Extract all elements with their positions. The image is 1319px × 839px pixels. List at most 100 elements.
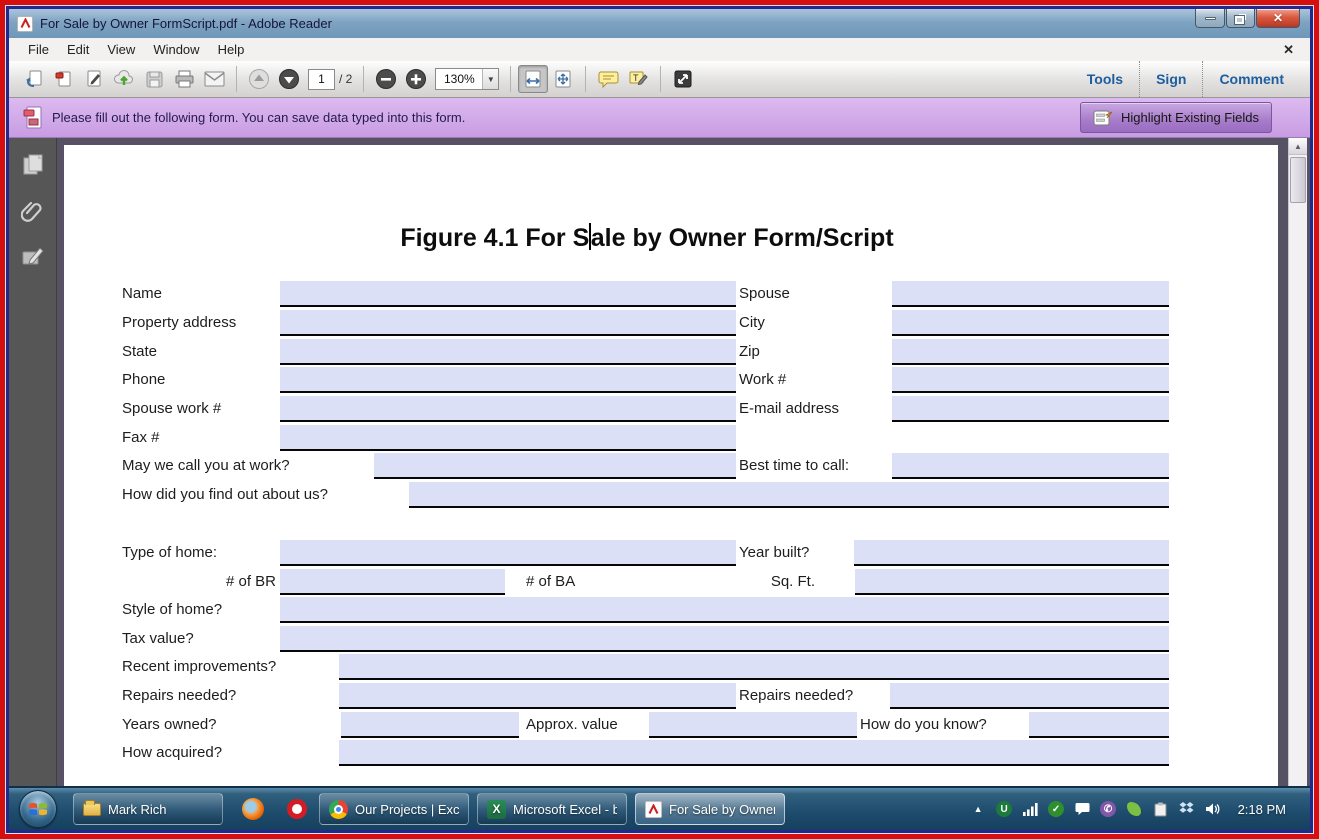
excel-icon: X [487,800,506,819]
spouse-work-label: Spouse work # [122,396,225,422]
phone-field[interactable] [280,367,736,393]
open-icon[interactable] [19,65,49,93]
fit-page-icon[interactable] [548,65,578,93]
taskbar-button-adobe-reader[interactable]: For Sale by Owner Fo... [635,793,785,825]
num-br-field[interactable] [280,569,505,595]
opera-icon[interactable] [284,796,310,822]
email-icon[interactable] [199,65,229,93]
highlight-fields-icon [1093,110,1113,126]
print-icon[interactable] [169,65,199,93]
work-number-field[interactable] [892,367,1169,393]
recent-improvements-field[interactable] [339,654,1169,680]
page-thumbnails-icon[interactable] [20,152,46,178]
antivirus-check-icon[interactable]: ✓ [1048,801,1065,818]
taskbar-button-mark-rich[interactable]: Mark Rich [73,793,223,825]
page-up-icon[interactable] [244,65,274,93]
volume-icon[interactable] [1204,801,1221,818]
close-icon[interactable]: ✕ [1256,9,1300,28]
repairs-needed-2-field[interactable] [890,683,1169,709]
window-controls: ✕ [1195,9,1300,28]
spouse-field[interactable] [892,281,1169,307]
comment-button[interactable]: Comment [1203,71,1300,87]
start-button[interactable] [19,790,57,828]
zoom-in-icon[interactable] [401,65,431,93]
pdf-page: Figure 4.1 For Sale by Owner Form/Script… [64,145,1278,786]
restore-icon[interactable] [1226,9,1255,28]
zoom-out-icon[interactable] [371,65,401,93]
how-do-you-know-field[interactable] [1029,712,1169,738]
tools-button[interactable]: Tools [1071,71,1139,87]
zoom-level-select[interactable]: 130% ▼ [435,68,499,90]
name-field[interactable] [280,281,736,307]
repairs-needed-field[interactable] [339,683,736,709]
comment-bubble-icon[interactable] [593,65,623,93]
page-down-icon[interactable] [274,65,304,93]
chat-bubble-icon[interactable] [1074,801,1091,818]
sq-ft-label: Sq. Ft. [759,569,819,595]
save-icon[interactable] [139,65,169,93]
tray-expand-icon[interactable]: ▲ [974,804,983,814]
sign-button[interactable]: Sign [1140,71,1202,87]
menu-edit[interactable]: Edit [58,40,98,59]
sign-file-icon[interactable] [79,65,109,93]
repairs-needed-label: Repairs needed? [122,683,240,709]
fax-label: Fax # [122,425,164,451]
chevron-down-icon: ▼ [482,69,498,89]
highlight-existing-fields-button[interactable]: Highlight Existing Fields [1080,102,1272,133]
style-of-home-field[interactable] [280,597,1169,623]
navigation-pane [9,138,57,786]
years-owned-field[interactable] [341,712,519,738]
approx-value-field[interactable] [649,712,857,738]
page-number-input[interactable]: 1 [308,69,335,90]
window-title: For Sale by Owner FormScript.pdf - Adobe… [40,16,332,31]
viber-icon[interactable]: ✆ [1100,801,1117,818]
clipboard-icon[interactable] [1152,801,1169,818]
vertical-scrollbar[interactable]: ▲ [1288,138,1307,786]
cloud-upload-icon[interactable] [109,65,139,93]
spouse-work-field[interactable] [280,396,736,422]
year-built-field[interactable] [854,540,1169,566]
type-of-home-field[interactable] [280,540,736,566]
email-label: E-mail address [739,396,843,422]
firefox-icon[interactable] [240,796,266,822]
taskbar-button-our-projects[interactable]: Our Projects | Excel ... [319,793,469,825]
clock[interactable]: 2:18 PM [1238,802,1286,817]
spouse-label: Spouse [739,281,794,307]
email-field[interactable] [892,396,1169,422]
scroll-up-icon[interactable]: ▲ [1289,138,1307,155]
taskbar-button-excel[interactable]: X Microsoft Excel - bes... [477,793,627,825]
state-field[interactable] [280,339,736,365]
how-found-field[interactable] [409,482,1169,508]
create-pdf-icon[interactable] [49,65,79,93]
repairs-needed-2-label: Repairs needed? [739,683,857,709]
may-we-call-field[interactable] [374,453,736,479]
minimize-icon[interactable] [1195,9,1225,28]
menu-help[interactable]: Help [209,40,254,59]
taskbar: Mark Rich Our Projects | Excel ... X Mic… [9,786,1310,830]
fullscreen-icon[interactable] [668,65,698,93]
how-acquired-field[interactable] [339,740,1169,766]
city-field[interactable] [892,310,1169,336]
network-signal-icon[interactable] [1022,801,1039,818]
text-annotation-icon[interactable]: T [623,65,653,93]
menu-file[interactable]: File [19,40,58,59]
fit-width-icon[interactable] [518,65,548,93]
menu-window[interactable]: Window [144,40,208,59]
property-address-label: Property address [122,310,240,336]
signature-icon[interactable] [20,244,46,270]
property-address-field[interactable] [280,310,736,336]
sq-ft-field[interactable] [855,569,1169,595]
dropbox-icon[interactable] [1178,801,1195,818]
taskbar-button-label: Microsoft Excel - bes... [513,802,617,817]
close-document-icon[interactable]: ✕ [1283,42,1300,58]
utorrent-icon[interactable]: U [996,801,1013,818]
num-br-label: # of BR [184,569,280,595]
zip-field[interactable] [892,339,1169,365]
scrollbar-thumb[interactable] [1290,157,1306,203]
best-time-field[interactable] [892,453,1169,479]
fax-field[interactable] [280,425,736,451]
menu-view[interactable]: View [98,40,144,59]
attachments-icon[interactable] [20,198,46,224]
tax-value-field[interactable] [280,626,1169,652]
green-shield-icon[interactable] [1126,801,1143,818]
